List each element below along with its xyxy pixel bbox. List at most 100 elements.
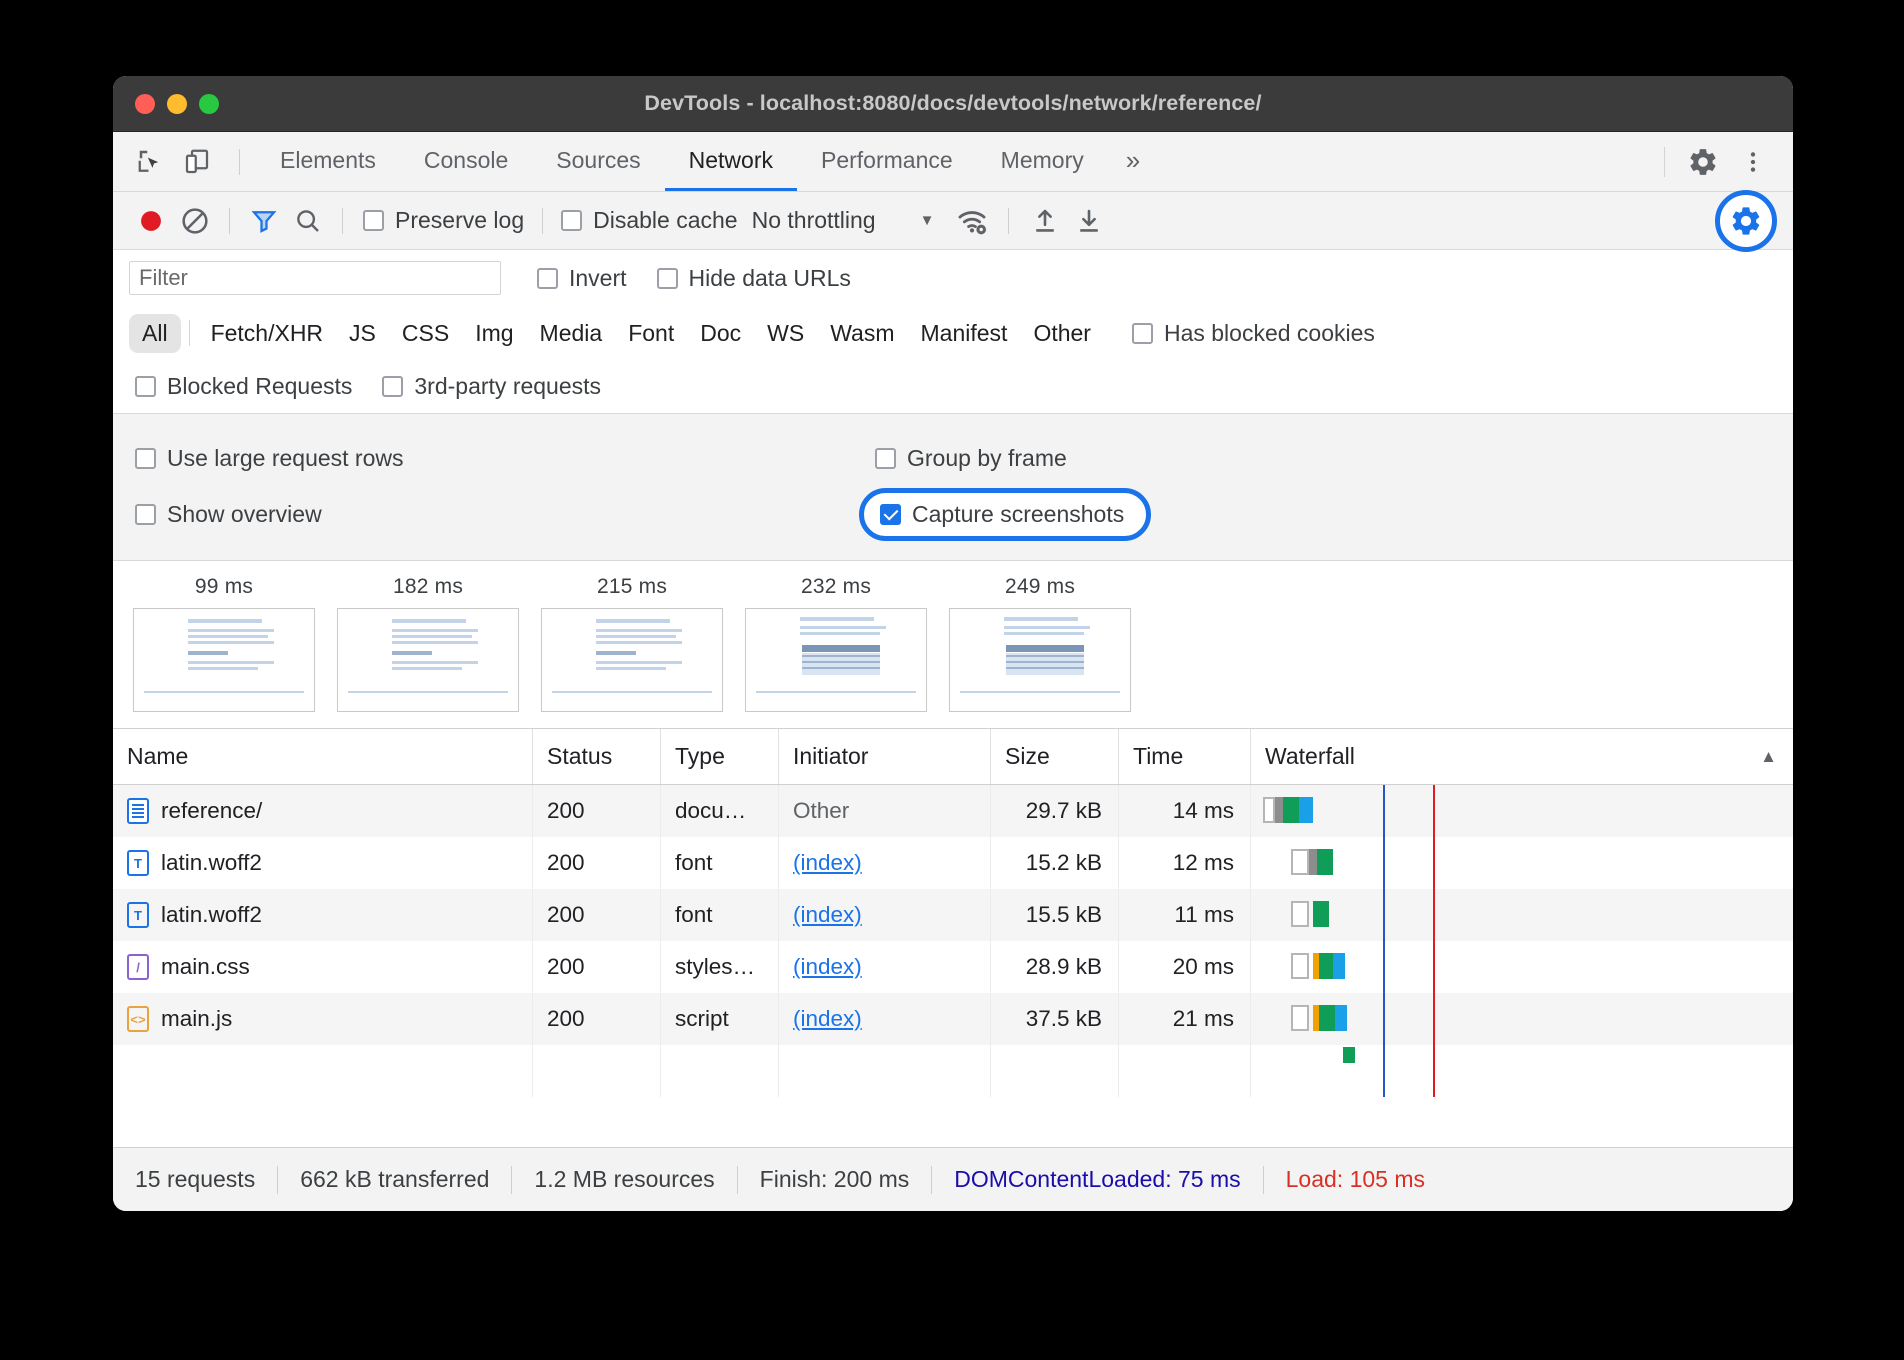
cell-name[interactable]: T latin.woff2 — [113, 889, 533, 941]
use-large-request-rows-checkbox[interactable]: Use large request rows — [135, 445, 404, 472]
chip-js[interactable]: JS — [336, 314, 389, 353]
filmstrip-frame-thumbnail[interactable] — [745, 608, 927, 712]
import-har-icon[interactable] — [1023, 199, 1067, 243]
cell-name[interactable]: / main.css — [113, 941, 533, 993]
chip-font[interactable]: Font — [615, 314, 687, 353]
inspect-element-icon[interactable] — [131, 142, 171, 182]
device-toolbar-icon[interactable] — [177, 142, 217, 182]
cell-initiator[interactable]: (index) — [779, 837, 991, 889]
invert-checkbox[interactable]: Invert — [537, 265, 627, 292]
filmstrip-frame[interactable]: 215 ms — [541, 575, 723, 712]
initiator-link[interactable]: (index) — [793, 1006, 862, 1032]
hide-data-urls-box[interactable] — [657, 268, 678, 289]
cell-name[interactable]: reference/ — [113, 785, 533, 837]
tab-performance[interactable]: Performance — [797, 132, 977, 191]
column-header-size[interactable]: Size — [991, 729, 1119, 784]
chip-fetch-xhr[interactable]: Fetch/XHR — [198, 314, 336, 353]
chip-wasm[interactable]: Wasm — [817, 314, 907, 353]
cell-initiator[interactable]: (index) — [779, 941, 991, 993]
filmstrip-frame[interactable]: 249 ms — [949, 575, 1131, 712]
throttling-value: No throttling — [752, 207, 876, 234]
gear-icon[interactable] — [1683, 142, 1723, 182]
use-large-request-rows-box[interactable] — [135, 448, 156, 469]
filter-input[interactable] — [129, 261, 501, 295]
show-overview-box[interactable] — [135, 504, 156, 525]
tab-elements[interactable]: Elements — [256, 132, 400, 191]
tab-network[interactable]: Network — [665, 132, 797, 191]
filmstrip-frame-thumbnail[interactable] — [541, 608, 723, 712]
throttling-select[interactable]: No throttling ▼ — [752, 207, 935, 234]
chip-ws[interactable]: WS — [754, 314, 817, 353]
preserve-log-label: Preserve log — [395, 207, 524, 234]
filmstrip-frame[interactable]: 232 ms — [745, 575, 927, 712]
search-icon[interactable] — [286, 199, 330, 243]
third-party-requests-checkbox[interactable]: 3rd-party requests — [382, 373, 601, 400]
hide-data-urls-checkbox[interactable]: Hide data URLs — [657, 265, 851, 292]
initiator-link[interactable]: (index) — [793, 954, 862, 980]
filmstrip-frame-time: 182 ms — [337, 575, 519, 599]
third-party-requests-box[interactable] — [382, 376, 403, 397]
filmstrip-frame[interactable]: 182 ms — [337, 575, 519, 712]
filmstrip-frame-thumbnail[interactable] — [337, 608, 519, 712]
filmstrip-frame-thumbnail[interactable] — [949, 608, 1131, 712]
cell-type: font — [661, 889, 779, 941]
cell-initiator[interactable]: (index) — [779, 993, 991, 1045]
tab-more-chevron-icon[interactable]: » — [1108, 132, 1158, 191]
filmstrip-frame[interactable]: 99 ms — [133, 575, 315, 712]
chip-other[interactable]: Other — [1020, 314, 1104, 353]
more-vertical-icon[interactable] — [1733, 142, 1773, 182]
has-blocked-cookies-box[interactable] — [1132, 323, 1153, 344]
table-row[interactable]: T latin.woff2 200 font (index) 15.2 kB 1… — [113, 837, 1793, 889]
table-row[interactable]: <> main.js 200 script (index) 37.5 kB 21… — [113, 993, 1793, 1045]
initiator-link[interactable]: (index) — [793, 850, 862, 876]
show-overview-checkbox[interactable]: Show overview — [135, 501, 322, 528]
column-header-type[interactable]: Type — [661, 729, 779, 784]
chip-css[interactable]: CSS — [389, 314, 462, 353]
column-header-status[interactable]: Status — [533, 729, 661, 784]
group-by-frame-checkbox[interactable]: Group by frame — [875, 445, 1067, 472]
cell-type: font — [661, 837, 779, 889]
table-row-partial[interactable] — [113, 1045, 1793, 1097]
filter-funnel-icon[interactable] — [242, 199, 286, 243]
tab-memory[interactable]: Memory — [977, 132, 1108, 191]
chip-media[interactable]: Media — [527, 314, 616, 353]
preserve-log-box[interactable] — [363, 210, 384, 231]
clear-button[interactable] — [173, 199, 217, 243]
screenshot-root: DevTools - localhost:8080/docs/devtools/… — [0, 0, 1904, 1360]
initiator-link[interactable]: (index) — [793, 902, 862, 928]
disable-cache-box[interactable] — [561, 210, 582, 231]
record-button[interactable] — [129, 199, 173, 243]
table-row[interactable]: / main.css 200 styles… (index) 28.9 kB 2… — [113, 941, 1793, 993]
column-header-time[interactable]: Time — [1119, 729, 1251, 784]
group-by-frame-box[interactable] — [875, 448, 896, 469]
invert-box[interactable] — [537, 268, 558, 289]
blocked-requests-checkbox[interactable]: Blocked Requests — [135, 373, 352, 400]
cell-name[interactable]: T latin.woff2 — [113, 837, 533, 889]
table-row[interactable]: T latin.woff2 200 font (index) 15.5 kB 1… — [113, 889, 1793, 941]
chip-all[interactable]: All — [129, 314, 181, 353]
tab-sources[interactable]: Sources — [532, 132, 664, 191]
column-header-initiator[interactable]: Initiator — [779, 729, 991, 784]
export-har-icon[interactable] — [1067, 199, 1111, 243]
request-name: latin.woff2 — [161, 850, 262, 876]
column-header-name[interactable]: Name — [113, 729, 533, 784]
blocked-requests-box[interactable] — [135, 376, 156, 397]
chip-doc[interactable]: Doc — [687, 314, 754, 353]
preserve-log-checkbox[interactable]: Preserve log — [363, 207, 524, 234]
cell-initiator[interactable]: (index) — [779, 889, 991, 941]
cell-name[interactable]: <> main.js — [113, 993, 533, 1045]
filmstrip-frame-thumbnail[interactable] — [133, 608, 315, 712]
capture-screenshots-checkbox[interactable]: Capture screenshots — [859, 488, 1151, 541]
table-row[interactable]: reference/ 200 docu… Other 29.7 kB 14 ms — [113, 785, 1793, 837]
column-header-waterfall[interactable]: Waterfall ▲ — [1251, 729, 1793, 784]
capture-screenshots-box[interactable] — [880, 504, 901, 525]
tab-console[interactable]: Console — [400, 132, 532, 191]
network-settings-gear-icon[interactable] — [1715, 190, 1777, 252]
has-blocked-cookies-checkbox[interactable]: Has blocked cookies — [1132, 320, 1375, 347]
panel-tabs: Elements Console Sources Network Perform… — [256, 132, 1158, 191]
chip-manifest[interactable]: Manifest — [908, 314, 1021, 353]
disable-cache-checkbox[interactable]: Disable cache — [561, 207, 737, 234]
chip-img[interactable]: Img — [462, 314, 526, 353]
disable-cache-label: Disable cache — [593, 207, 737, 234]
wifi-settings-icon[interactable] — [950, 199, 994, 243]
